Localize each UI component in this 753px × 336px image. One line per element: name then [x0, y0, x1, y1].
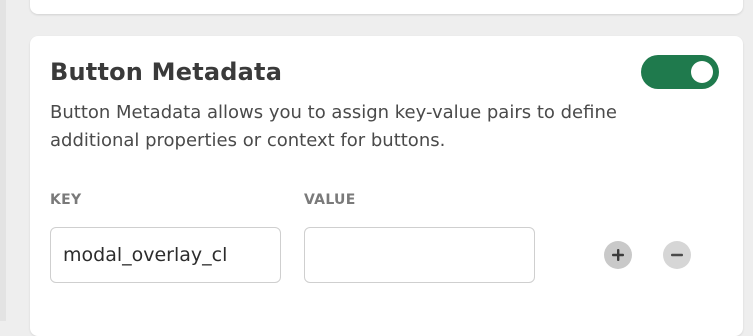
section-title: Button Metadata — [50, 58, 283, 86]
previous-card-edge — [30, 0, 743, 14]
add-row-button[interactable] — [604, 241, 632, 269]
metadata-key-input[interactable] — [50, 227, 281, 283]
plus-icon — [612, 249, 624, 261]
left-rail — [0, 0, 6, 321]
section-description: Button Metadata allows you to assign key… — [50, 102, 617, 151]
toggle-knob — [691, 61, 713, 83]
value-column-label: VALUE — [304, 192, 356, 208]
remove-row-button[interactable] — [663, 241, 691, 269]
button-metadata-card: Button Metadata Button Metadata allows y… — [30, 36, 743, 336]
metadata-value-input[interactable] — [304, 227, 535, 283]
key-column-label: KEY — [50, 192, 82, 208]
minus-icon — [671, 253, 683, 257]
metadata-enabled-toggle[interactable] — [641, 55, 719, 89]
